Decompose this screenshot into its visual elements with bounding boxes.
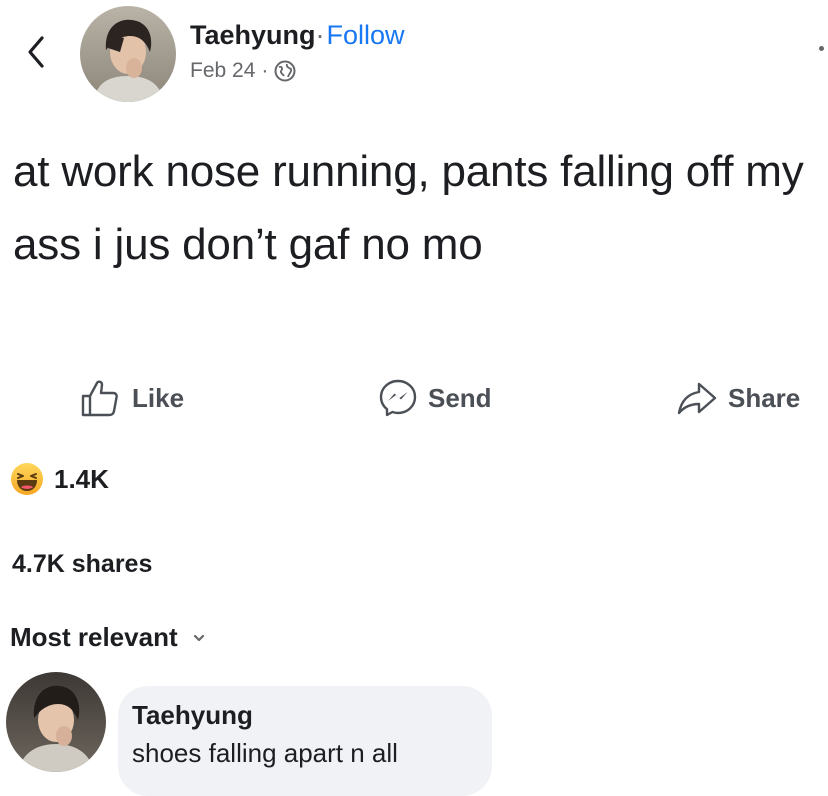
comment-bubble: Taehyung shoes falling apart n all — [118, 686, 492, 796]
separator-dot: · — [315, 20, 325, 50]
reaction-count: 1.4K — [54, 463, 109, 494]
post-actions: Like Send Share — [0, 372, 828, 424]
meta-separator: · — [261, 59, 269, 82]
like-label: Like — [132, 382, 185, 413]
reactions-summary[interactable]: 1.4K — [10, 462, 109, 496]
more-icon[interactable] — [819, 46, 824, 51]
send-button[interactable]: Send — [378, 372, 492, 424]
comment-sort-dropdown[interactable]: Most relevant — [10, 622, 206, 653]
shares-count[interactable]: 4.7K shares — [12, 550, 152, 579]
haha-reaction-icon — [11, 463, 43, 495]
share-label: Share — [728, 382, 801, 413]
comment-text: shoes falling apart n all — [132, 738, 398, 768]
author-avatar[interactable] — [80, 6, 176, 102]
share-button[interactable]: Share — [676, 372, 800, 424]
chevron-down-icon — [193, 634, 204, 641]
send-label: Send — [428, 382, 492, 413]
thumbs-up-icon — [81, 380, 118, 417]
back-button[interactable] — [22, 32, 52, 72]
chevron-left-icon — [28, 36, 44, 68]
post-date[interactable]: Feb 24 — [190, 59, 255, 83]
comment-author[interactable]: Taehyung — [132, 700, 253, 731]
share-arrow-icon — [677, 382, 717, 415]
post-meta: Feb 24 · — [190, 59, 296, 83]
commenter-avatar[interactable] — [6, 672, 106, 772]
sort-label: Most relevant — [10, 622, 178, 652]
author-name[interactable]: Taehyung — [190, 20, 316, 50]
globe-icon — [274, 60, 296, 82]
like-button[interactable]: Like — [80, 372, 184, 424]
follow-button[interactable]: Follow — [327, 20, 405, 50]
post-text: at work nose running, pants falling off … — [13, 147, 804, 269]
author-line: Taehyung·Follow — [190, 18, 405, 52]
messenger-icon — [379, 379, 417, 417]
